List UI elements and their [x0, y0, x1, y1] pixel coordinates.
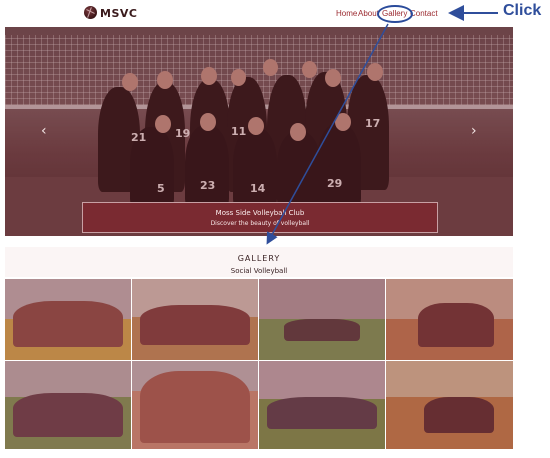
gallery-title: GALLERY [237, 254, 281, 263]
nav-link-about[interactable]: About [358, 9, 379, 18]
gallery-header: GALLERY Social Volleyball [5, 247, 513, 277]
caption-subtitle: Discover the beauty of volleyball [210, 220, 310, 227]
gallery-photo[interactable] [5, 361, 131, 449]
gallery-subtitle: Social Volleyball [230, 267, 288, 275]
gallery-highlight-ellipse [377, 5, 413, 23]
chevron-left-icon[interactable]: ‹ [41, 123, 47, 139]
volleyball-logo-icon[interactable] [84, 6, 97, 19]
hero-carousel: 21 19 11 17 5 23 14 29 ‹ › Moss Side Vol… [5, 27, 513, 236]
logo-text[interactable]: MSVC [100, 7, 137, 20]
top-nav: MSVC Home About Gallery Contact [5, 0, 513, 26]
gallery-photo[interactable] [259, 279, 385, 360]
gallery-photo[interactable] [132, 361, 258, 449]
gallery-photo[interactable] [386, 361, 513, 449]
click-label: Click [503, 2, 542, 19]
gallery-photo[interactable] [5, 279, 131, 360]
gallery-photo[interactable] [259, 361, 385, 449]
gallery-photo[interactable] [132, 279, 258, 360]
caption-title: Moss Side Volleyball Club [215, 209, 305, 217]
chevron-right-icon[interactable]: › [471, 123, 477, 139]
gallery-section: GALLERY Social Volleyball [5, 247, 513, 458]
nav-link-home[interactable]: Home [336, 9, 357, 18]
gallery-photo[interactable] [386, 279, 513, 360]
carousel-indicators[interactable] [248, 229, 272, 236]
nav-link-contact[interactable]: Contact [410, 9, 438, 18]
